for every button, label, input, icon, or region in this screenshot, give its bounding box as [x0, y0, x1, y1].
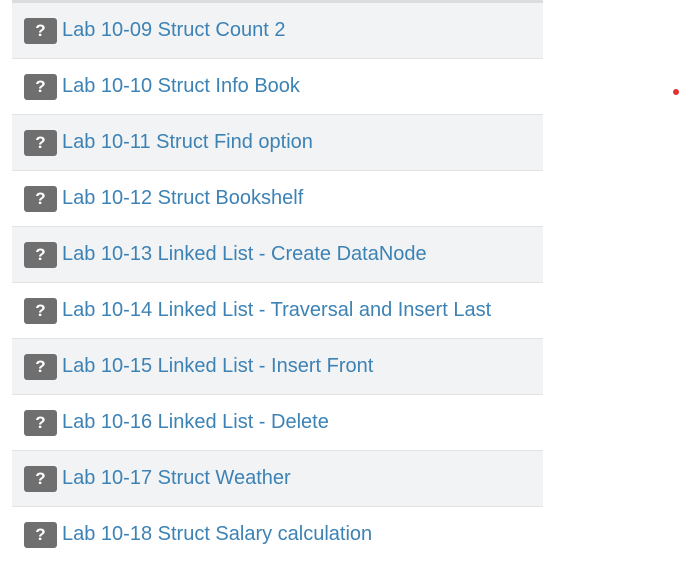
lab-link[interactable]: Lab 10-18 Struct Salary calculation: [62, 523, 372, 546]
question-mark-icon: ?: [24, 521, 57, 548]
question-mark-icon: ?: [24, 409, 57, 436]
question-mark-icon: ?: [24, 241, 57, 268]
list-item: ? Lab 10-17 Struct Weather: [12, 451, 543, 507]
lab-link[interactable]: Lab 10-15 Linked List - Insert Front: [62, 355, 373, 378]
list-item: ? Lab 10-18 Struct Salary calculation: [12, 507, 543, 562]
question-mark-icon: ?: [24, 129, 57, 156]
list-item: ? Lab 10-12 Struct Bookshelf: [12, 171, 543, 227]
list-item: ? Lab 10-10 Struct Info Book: [12, 59, 543, 115]
lab-link[interactable]: Lab 10-16 Linked List - Delete: [62, 411, 329, 434]
lab-link[interactable]: Lab 10-11 Struct Find option: [62, 131, 313, 154]
question-mark-icon: ?: [24, 185, 57, 212]
question-mark-icon: ?: [24, 297, 57, 324]
lab-link[interactable]: Lab 10-17 Struct Weather: [62, 467, 291, 490]
list-item: ? Lab 10-16 Linked List - Delete: [12, 395, 543, 451]
red-dot-marker: [673, 89, 679, 95]
question-mark-icon: ?: [24, 353, 57, 380]
question-mark-icon: ?: [24, 73, 57, 100]
question-mark-icon: ?: [24, 465, 57, 492]
question-mark-icon: ?: [24, 17, 57, 44]
lab-link[interactable]: Lab 10-10 Struct Info Book: [62, 75, 300, 98]
lab-link[interactable]: Lab 10-12 Struct Bookshelf: [62, 187, 303, 210]
list-item: ? Lab 10-11 Struct Find option: [12, 115, 543, 171]
list-item: ? Lab 10-09 Struct Count 2: [12, 3, 543, 59]
list-item: ? Lab 10-13 Linked List - Create DataNod…: [12, 227, 543, 283]
lab-list: ? Lab 10-09 Struct Count 2 ? Lab 10-10 S…: [12, 3, 543, 562]
list-item: ? Lab 10-14 Linked List - Traversal and …: [12, 283, 543, 339]
lab-link[interactable]: Lab 10-09 Struct Count 2: [62, 19, 285, 42]
lab-list-page: ? Lab 10-09 Struct Count 2 ? Lab 10-10 S…: [0, 0, 679, 565]
lab-link[interactable]: Lab 10-14 Linked List - Traversal and In…: [62, 299, 491, 322]
lab-link[interactable]: Lab 10-13 Linked List - Create DataNode: [62, 243, 427, 266]
list-item: ? Lab 10-15 Linked List - Insert Front: [12, 339, 543, 395]
